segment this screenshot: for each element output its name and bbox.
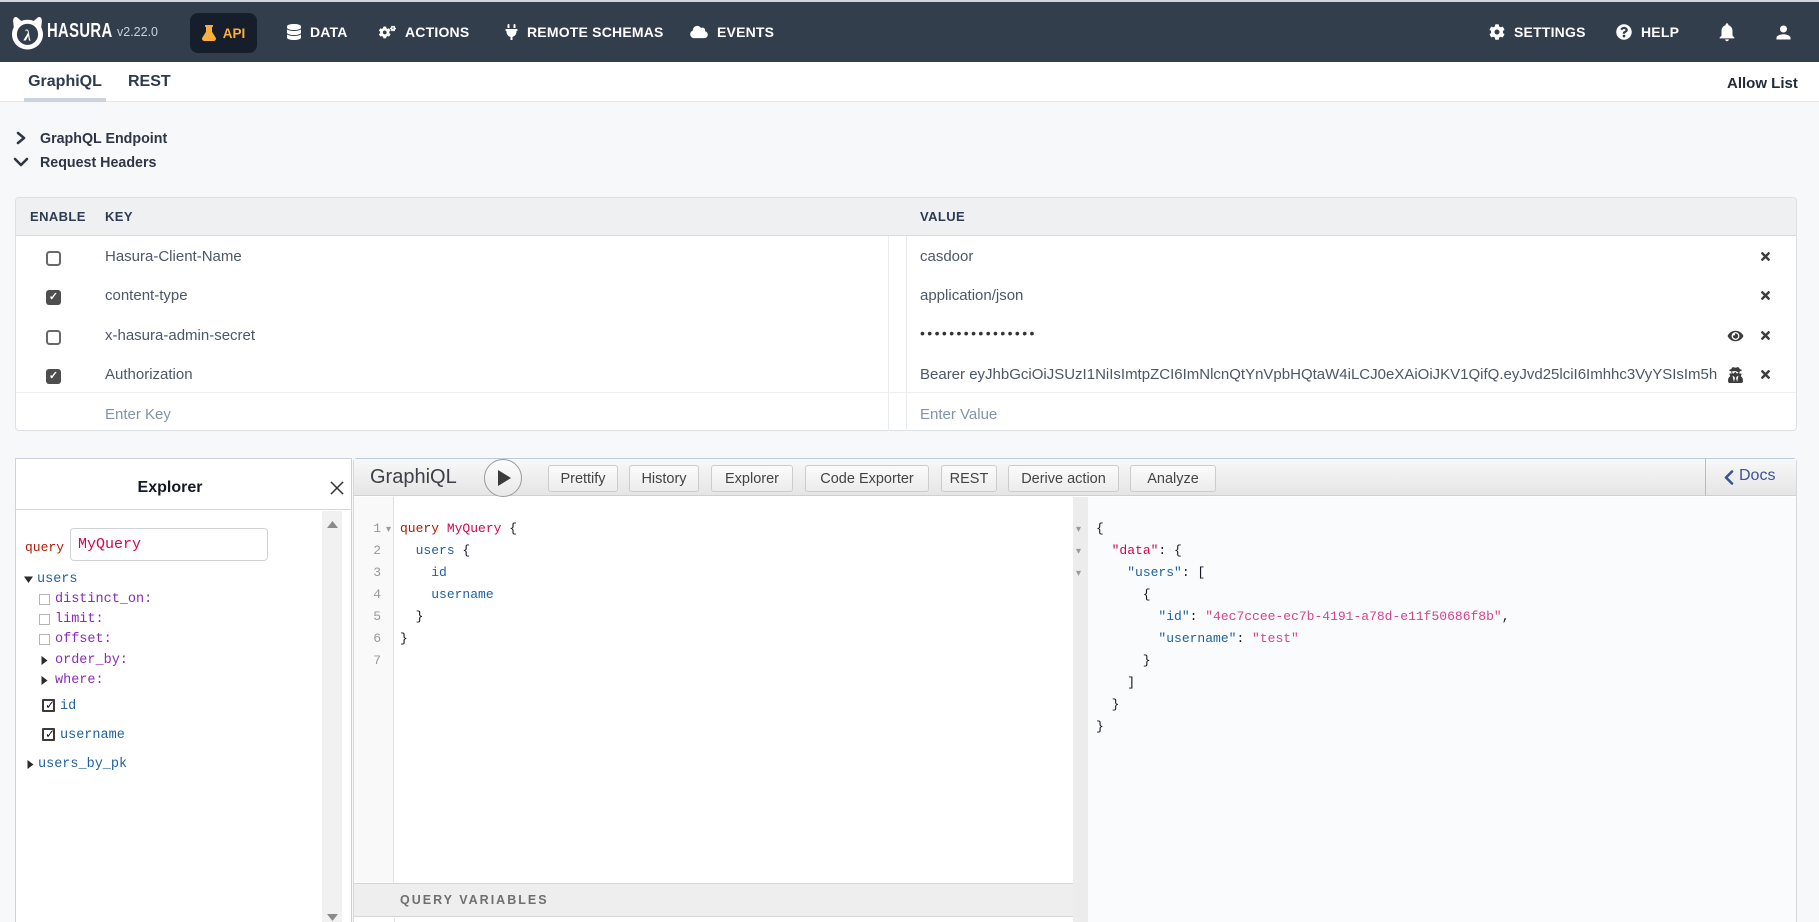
svg-text:λ: λ: [23, 27, 31, 44]
